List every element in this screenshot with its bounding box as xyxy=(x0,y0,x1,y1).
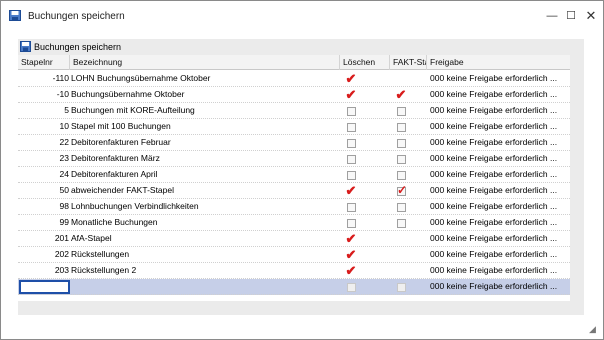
fakt-checkbox[interactable] xyxy=(397,203,406,212)
maximize-icon[interactable]: ☐ xyxy=(562,7,580,25)
toolbar: Buchungen speichern xyxy=(18,39,584,55)
new-entry-row[interactable]: 000 keine Freigabe erforderlich ... xyxy=(18,279,570,295)
freigabe-cell[interactable]: 000 keine Freigabe erforderlich ... xyxy=(427,247,570,263)
fakt-checkbox[interactable] xyxy=(397,171,406,180)
dialog-window: Buchungen speichern — ☐ ✕ Buchungen spei… xyxy=(0,0,604,340)
stapelnr-cell: 202 xyxy=(54,249,69,259)
loeschen-checkbox[interactable] xyxy=(347,203,356,212)
bezeichnung-cell: Monatliche Buchungen xyxy=(71,217,158,227)
freigabe-cell[interactable]: 000 keine Freigabe erforderlich ... xyxy=(427,279,570,295)
title-bar[interactable]: Buchungen speichern — ☐ ✕ xyxy=(1,1,603,31)
loeschen-checkbox[interactable] xyxy=(347,155,356,164)
stapelnr-cell: 98 xyxy=(59,201,69,211)
bezeichnung-cell: LOHN Buchungsübernahme Oktober xyxy=(71,73,211,83)
bezeichnung-cell: Debitorenfakturen Februar xyxy=(71,137,171,147)
bezeichnung-cell: Rückstellungen xyxy=(71,249,130,259)
table-row[interactable]: 98 Lohnbuchungen Verbindlichkeiten 000 kei… xyxy=(18,199,570,215)
loeschen-checkmark-icon[interactable]: ✔ xyxy=(345,248,357,261)
freigabe-cell[interactable]: 000 keine Freigabe erforderlich ... xyxy=(427,119,570,135)
loeschen-checkbox[interactable] xyxy=(347,283,356,292)
freigabe-cell[interactable]: 000 keine Freigabe erforderlich ... xyxy=(427,199,570,215)
content-panel: Buchungen speichern Stapelnr Bezeichnung… xyxy=(18,39,584,315)
stapelnr-cell: 203 xyxy=(54,265,69,275)
table-row[interactable]: 202 Rückstellungen ✔ 000 keine Freigabe erf… xyxy=(18,247,570,263)
column-header-bezeichnung[interactable]: Bezeichnung xyxy=(70,55,340,70)
loeschen-checkmark-icon[interactable]: ✔ xyxy=(345,264,357,277)
bezeichnung-cell: Stapel mit 100 Buchungen xyxy=(71,121,171,131)
table-row[interactable]: 201 AfA-Stapel ✔ 000 keine Freigabe erforde… xyxy=(18,231,570,247)
freigabe-cell[interactable]: 000 keine Freigabe erforderlich ... xyxy=(427,215,570,231)
stapelnr-cell: 10 xyxy=(59,121,69,131)
table-row[interactable]: 203 Rückstellungen 2 ✔ 000 keine Freigabe e… xyxy=(18,263,570,279)
loeschen-checkbox[interactable] xyxy=(347,139,356,148)
loeschen-checkmark-icon[interactable]: ✔ xyxy=(345,72,357,85)
fakt-checkbox[interactable] xyxy=(397,219,406,228)
save-disk-icon[interactable] xyxy=(20,41,31,52)
stapelnr-cell: -110 xyxy=(52,73,69,83)
freigabe-cell[interactable]: 000 keine Freigabe erforderlich ... xyxy=(427,183,570,199)
stapelnr-cell: 24 xyxy=(59,169,69,179)
stapelnr-cell: 99 xyxy=(59,217,69,227)
bookings-table[interactable]: Stapelnr Bezeichnung Löschen FAKT-Sta...… xyxy=(18,55,570,301)
close-icon[interactable]: ✕ xyxy=(582,7,600,25)
stapelnr-cell: -10 xyxy=(56,89,69,99)
freigabe-cell[interactable]: 000 keine Freigabe erforderlich ... xyxy=(427,151,570,167)
column-header-loeschen[interactable]: Löschen xyxy=(340,55,390,70)
column-header-fakt[interactable]: FAKT-Sta... xyxy=(390,55,427,70)
stapelnr-cell: 5 xyxy=(64,105,69,115)
stapelnr-cell: 22 xyxy=(59,137,69,147)
loeschen-checkmark-icon[interactable]: ✔ xyxy=(345,232,357,245)
table-row[interactable]: 5 Buchungen mit KORE-Aufteilung 000 keine … xyxy=(18,103,570,119)
stapelnr-cell: 23 xyxy=(59,153,69,163)
table-row[interactable]: 50abweichender FAKT-Stapel ✔ 000 keine Fre… xyxy=(18,183,570,199)
bezeichnung-cell: AfA-Stapel xyxy=(71,233,112,243)
bezeichnung-cell: Lohnbuchungen Verbindlichkeiten xyxy=(71,201,199,211)
fakt-checkbox[interactable] xyxy=(397,155,406,164)
bezeichnung-cell: Debitorenfakturen April xyxy=(71,169,158,179)
bezeichnung-cell: Rückstellungen 2 xyxy=(71,265,137,275)
column-header-nr[interactable]: Stapelnr xyxy=(18,55,70,70)
stapelnr-cell: 201 xyxy=(54,233,69,243)
bezeichnung-cell: Buchungen mit KORE-Aufteilung xyxy=(71,105,195,115)
freigabe-cell[interactable]: 000 keine Freigabe erforderlich ... xyxy=(427,231,570,247)
bezeichnung-cell: Debitorenfakturen März xyxy=(71,153,160,163)
table-row[interactable]: 23 Debitorenfakturen März 000 keine Freiga… xyxy=(18,151,570,167)
bezeichnung-cell: abweichender FAKT-Stapel xyxy=(71,185,175,195)
bezeichnung-cell: Buchungsübernahme Oktober xyxy=(71,89,185,99)
resize-grip-icon[interactable]: ◢ xyxy=(589,324,599,334)
fakt-checkbox[interactable] xyxy=(397,139,406,148)
stapelnr-input[interactable] xyxy=(19,280,70,294)
table-header: Stapelnr Bezeichnung Löschen FAKT-Sta...… xyxy=(18,55,570,70)
loeschen-checkmark-icon[interactable]: ✔ xyxy=(345,88,357,101)
freigabe-cell[interactable]: 000 keine Freigabe erforderlich ... xyxy=(427,167,570,183)
freigabe-cell[interactable]: 000 keine Freigabe erforderlich ... xyxy=(427,103,570,119)
freigabe-cell[interactable]: 000 keine Freigabe erforderlich ... xyxy=(427,87,570,103)
freigabe-cell[interactable]: 000 keine Freigabe erforderlich ... xyxy=(427,135,570,151)
loeschen-checkbox[interactable] xyxy=(347,171,356,180)
loeschen-checkmark-icon[interactable]: ✔ xyxy=(345,184,357,197)
table-row[interactable]: 24 Debitorenfakturen April 000 keine Freig… xyxy=(18,167,570,183)
save-disk-icon xyxy=(9,10,21,21)
column-header-freigabe[interactable]: Freigabe xyxy=(427,55,570,70)
loeschen-checkbox[interactable] xyxy=(347,123,356,132)
fakt-checkbox[interactable] xyxy=(397,107,406,116)
window-title: Buchungen speichern xyxy=(28,11,125,22)
table-row[interactable]: 10 Stapel mit 100 Buchungen 000 keine Frei… xyxy=(18,119,570,135)
table-row[interactable]: -110 LOHN Buchungsübernahme Oktober ✔ 000 k… xyxy=(18,71,570,87)
minimize-icon[interactable]: — xyxy=(543,7,561,25)
fakt-checkbox[interactable] xyxy=(397,283,406,292)
fakt-checkmark-icon[interactable]: ✔ xyxy=(395,88,407,101)
loeschen-checkbox[interactable] xyxy=(347,107,356,116)
fakt-checkbox[interactable] xyxy=(397,183,407,197)
stapelnr-cell: 50 xyxy=(59,185,69,195)
freigabe-cell[interactable]: 000 keine Freigabe erforderlich ... xyxy=(427,71,570,87)
vertical-scrollbar[interactable] xyxy=(570,55,584,301)
loeschen-checkbox[interactable] xyxy=(347,219,356,228)
freigabe-cell[interactable]: 000 keine Freigabe erforderlich ... xyxy=(427,263,570,279)
table-row[interactable]: 22 Debitorenfakturen Februar 000 keine Fre… xyxy=(18,135,570,151)
save-bookings-button[interactable]: Buchungen speichern xyxy=(34,42,121,52)
table-row[interactable]: -10 Buchungsübernahme Oktober ✔ ✔ 000 keine … xyxy=(18,87,570,103)
table-row[interactable]: 99 Monatliche Buchungen 000 keine Freigabe… xyxy=(18,215,570,231)
fakt-checkbox[interactable] xyxy=(397,123,406,132)
